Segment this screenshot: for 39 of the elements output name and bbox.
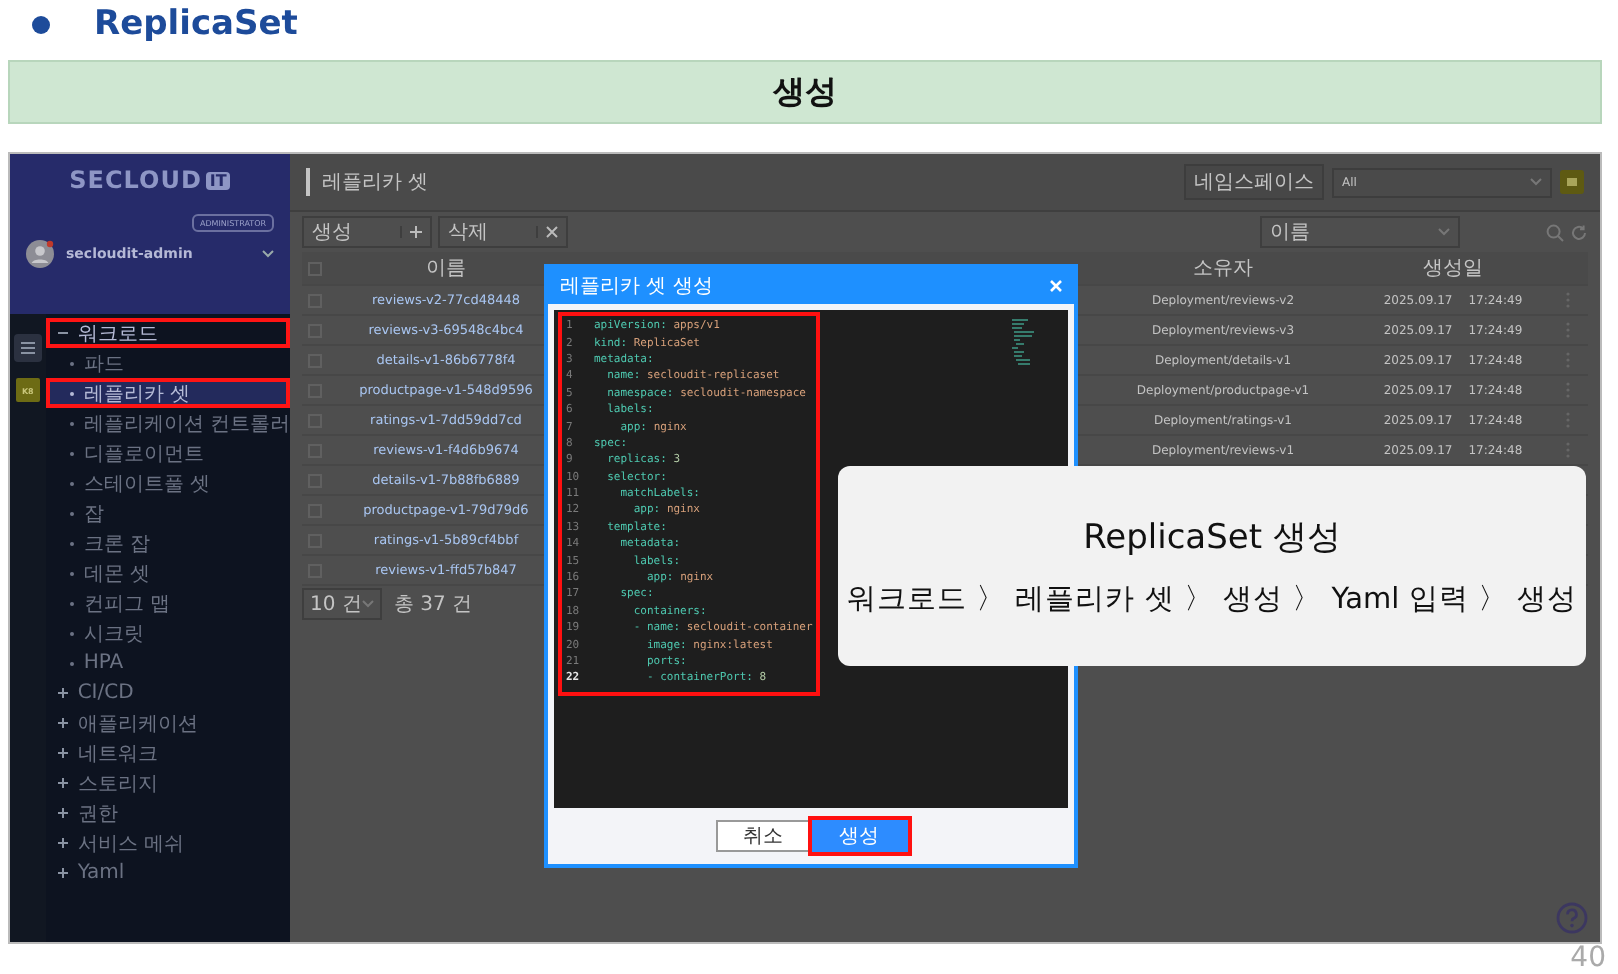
menu-item[interactable]: 네트워크	[45, 738, 290, 768]
page-size-select[interactable]: 10 건	[302, 588, 382, 620]
submenu-item[interactable]: HPA	[45, 648, 290, 678]
search-select[interactable]: 이름	[1260, 216, 1460, 248]
dialog-title: 레플리카 셋 생성	[560, 274, 713, 300]
callout-title: ReplicaSet 생성	[1083, 516, 1341, 560]
column-header: 소유자	[1191, 256, 1255, 282]
submenu-item[interactable]: 레플리카 셋	[45, 378, 290, 408]
page-number: 40	[1570, 944, 1606, 972]
submenu-item[interactable]: 스테이트풀 셋	[45, 468, 290, 498]
submenu-item[interactable]: 디플로이먼트	[45, 438, 290, 468]
callout-path: 워크로드 〉 레플리카 셋 〉 생성 〉 Yaml 입력 〉 생성	[847, 582, 1577, 618]
menu-item[interactable]: Yaml	[45, 858, 290, 888]
logo-badge: IT	[205, 171, 231, 189]
menu-item[interactable]: 스토리지	[45, 768, 290, 798]
create-button[interactable]: 생성	[811, 820, 907, 852]
submenu-item[interactable]: 레플리케이션 컨트롤러	[45, 408, 290, 438]
submenu-item[interactable]: 잡	[45, 498, 290, 528]
column-header: 생성일	[1421, 256, 1485, 282]
menu-item[interactable]: CI/CD	[45, 678, 290, 708]
page-title: 레플리카 셋	[306, 168, 429, 196]
toolbar-button[interactable]: 삭제	[438, 216, 568, 248]
submenu-item[interactable]: 데몬 셋	[45, 558, 290, 588]
namespace-label: 네임스페이스	[1184, 164, 1324, 200]
menu-item[interactable]: 애플리케이션	[45, 708, 290, 738]
section-heading: ReplicaSet	[94, 4, 298, 44]
column-header: 이름	[424, 256, 468, 282]
submenu-item[interactable]: 시크릿	[45, 618, 290, 648]
toolbar-button[interactable]: 생성	[302, 216, 432, 248]
menu-item[interactable]: 워크로드	[45, 318, 290, 348]
step-banner: 생성	[8, 60, 1602, 124]
menu-item[interactable]: 서비스 메쉬	[45, 828, 290, 858]
submenu-item[interactable]: 파드	[45, 348, 290, 378]
submenu-item[interactable]: 크론 잡	[45, 528, 290, 558]
total-count: 총 37 건	[394, 592, 473, 618]
menu-item[interactable]: 권한	[45, 798, 290, 828]
submenu-item[interactable]: 컨피그 맵	[45, 588, 290, 618]
logo-text: SECLOUD	[69, 166, 202, 194]
cancel-button[interactable]: 취소	[715, 820, 811, 852]
